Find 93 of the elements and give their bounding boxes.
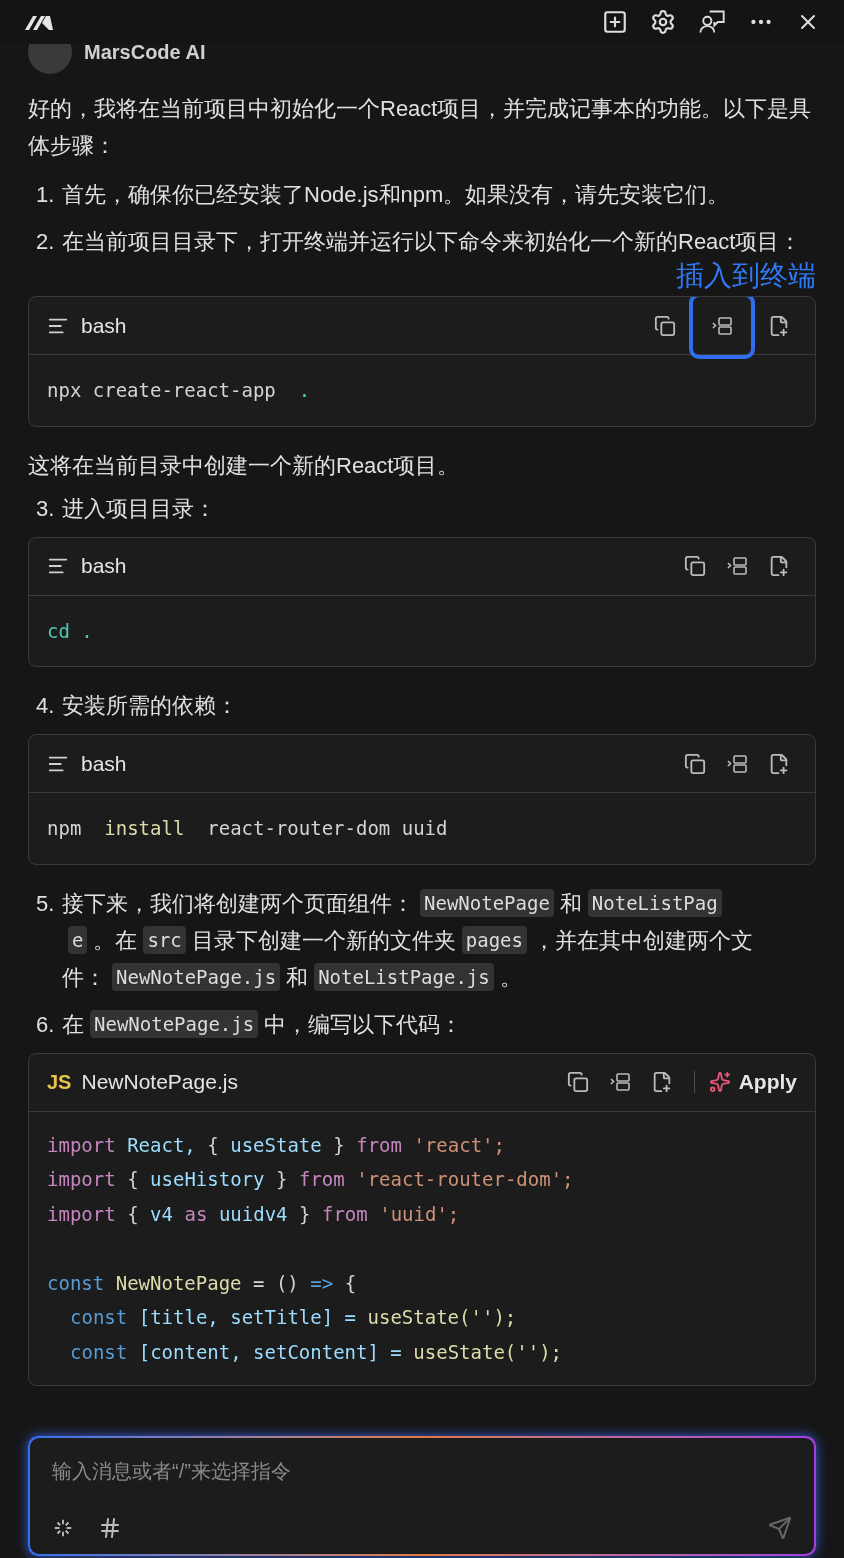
step-text: 和 (286, 963, 309, 992)
intro-text: 好的，我将在当前项目中初始化一个React项目，并完成记事本的功能。以下是具体步骤： (28, 95, 813, 160)
code-token: v4 (150, 1201, 173, 1227)
code-token: { (127, 1201, 139, 1227)
inline-code: NoteListPage.js (314, 963, 494, 991)
inline-code: src (143, 926, 186, 954)
send-icon[interactable] (768, 1516, 792, 1540)
code-token: useState(''); (413, 1339, 563, 1365)
callout-label: 插入到终端 (676, 259, 816, 293)
code-token: } (333, 1132, 345, 1158)
code-token: . (298, 378, 311, 403)
code-token: npx create-react-app (47, 378, 277, 403)
step-text: 安装所需的依赖： (62, 692, 238, 720)
step-number: 4. (36, 692, 56, 720)
code-token: { (207, 1132, 219, 1158)
inline-code: NoteListPag (587, 889, 722, 917)
insert-terminal-icon (607, 1070, 632, 1094)
code-token: useState (230, 1132, 322, 1158)
code-token: from (356, 1132, 402, 1158)
settings-icon[interactable] (650, 9, 676, 35)
code-token: as (184, 1201, 208, 1227)
file-plus-icon (768, 752, 790, 775)
code-token: } (299, 1201, 311, 1227)
inline-code: NewNotePage (420, 889, 554, 917)
code-token: uuidv4 (218, 1201, 288, 1227)
hash-icon[interactable] (98, 1516, 122, 1540)
code-token: useState(''); (367, 1305, 517, 1330)
file-plus-icon (768, 555, 790, 577)
code-token: import (47, 1167, 116, 1192)
code-token: useHistory (150, 1167, 265, 1192)
step-text: 件： (62, 963, 106, 992)
assistant-name: MarsCode AI (84, 44, 206, 65)
code-token: import (47, 1132, 116, 1158)
code-token: React, (127, 1132, 196, 1158)
step-number: 3. (36, 494, 56, 523)
step-text: 在 (62, 1010, 84, 1039)
code-token: [content, setContent] = (138, 1339, 402, 1365)
step-text: 中，编写以下代码： (264, 1010, 463, 1039)
sparkle-icon[interactable] (52, 1517, 74, 1539)
code-token: const (70, 1305, 128, 1330)
code-token: 'react-router-dom'; (356, 1167, 574, 1192)
code-token: cd . (47, 618, 93, 644)
copy-icon (566, 1071, 589, 1093)
copy-icon (684, 752, 706, 775)
inline-code: pages (461, 926, 527, 954)
step-number: 2. (36, 228, 56, 256)
code-token: install (104, 816, 185, 841)
step-text: 接下来，我们将创建两个页面组件： (62, 889, 414, 918)
code-token: 'react'; (413, 1132, 505, 1158)
code-token: [title, setTitle] = (138, 1305, 357, 1330)
inline-code: NewNotePage.js (112, 963, 281, 991)
language-label: bash (81, 553, 127, 580)
code-token: react-router-dom uuid (206, 816, 448, 841)
step-text: 和 (559, 889, 582, 918)
step-text: 首先，确保你已经安装了Node.js和npm。如果没有，请先安装它们。 (62, 181, 730, 209)
insert-terminal-icon (725, 554, 749, 578)
step-number: 6. (36, 1010, 56, 1039)
apply-button[interactable]: Apply (708, 1066, 797, 1098)
code-token: NewNotePage (115, 1270, 242, 1296)
code-token: const (70, 1339, 128, 1365)
code-token: } (276, 1167, 288, 1192)
step-number: 5. (36, 889, 56, 918)
user-chat-icon[interactable] (698, 8, 726, 36)
step-number: 1. (36, 181, 56, 209)
code-token: { (127, 1167, 139, 1192)
code-token: = () (253, 1270, 299, 1296)
file-plus-icon (768, 314, 790, 337)
step-text: 目录下创建一个新的文件夹 (191, 926, 456, 955)
code-token: const (47, 1270, 105, 1296)
sparkles-icon (708, 1071, 731, 1093)
file-name: NewNotePage.js (81, 1069, 238, 1096)
step-text: 。在 (93, 926, 138, 955)
copy-icon (684, 555, 706, 577)
code-token: => (310, 1270, 334, 1296)
paragraph: 这将在当前目录中创建一个新的React项目。 (28, 451, 461, 480)
code-token: import (47, 1201, 116, 1227)
copy-icon (654, 314, 676, 337)
language-label: bash (81, 750, 127, 777)
code-token: 'uuid'; (379, 1201, 460, 1227)
code-token: { (344, 1270, 357, 1296)
step-text: ，并在其中创建两个文 (533, 926, 753, 955)
step-text: 。 (499, 963, 522, 992)
code-token: npm (47, 816, 83, 841)
language-label: JS (47, 1070, 72, 1095)
new-chat-icon[interactable] (602, 9, 628, 35)
step-text: 在当前项目目录下，打开终端并运行以下命令来初始化一个新的React项目： (62, 228, 802, 256)
code-token: from (298, 1167, 345, 1192)
step-text: 进入项目目录： (62, 494, 216, 523)
inline-code: e (68, 926, 88, 954)
insert-terminal-button[interactable] (689, 297, 755, 359)
language-label: bash (81, 312, 127, 339)
code-token: from (321, 1201, 368, 1227)
inline-code: NewNotePage.js (90, 1010, 259, 1038)
